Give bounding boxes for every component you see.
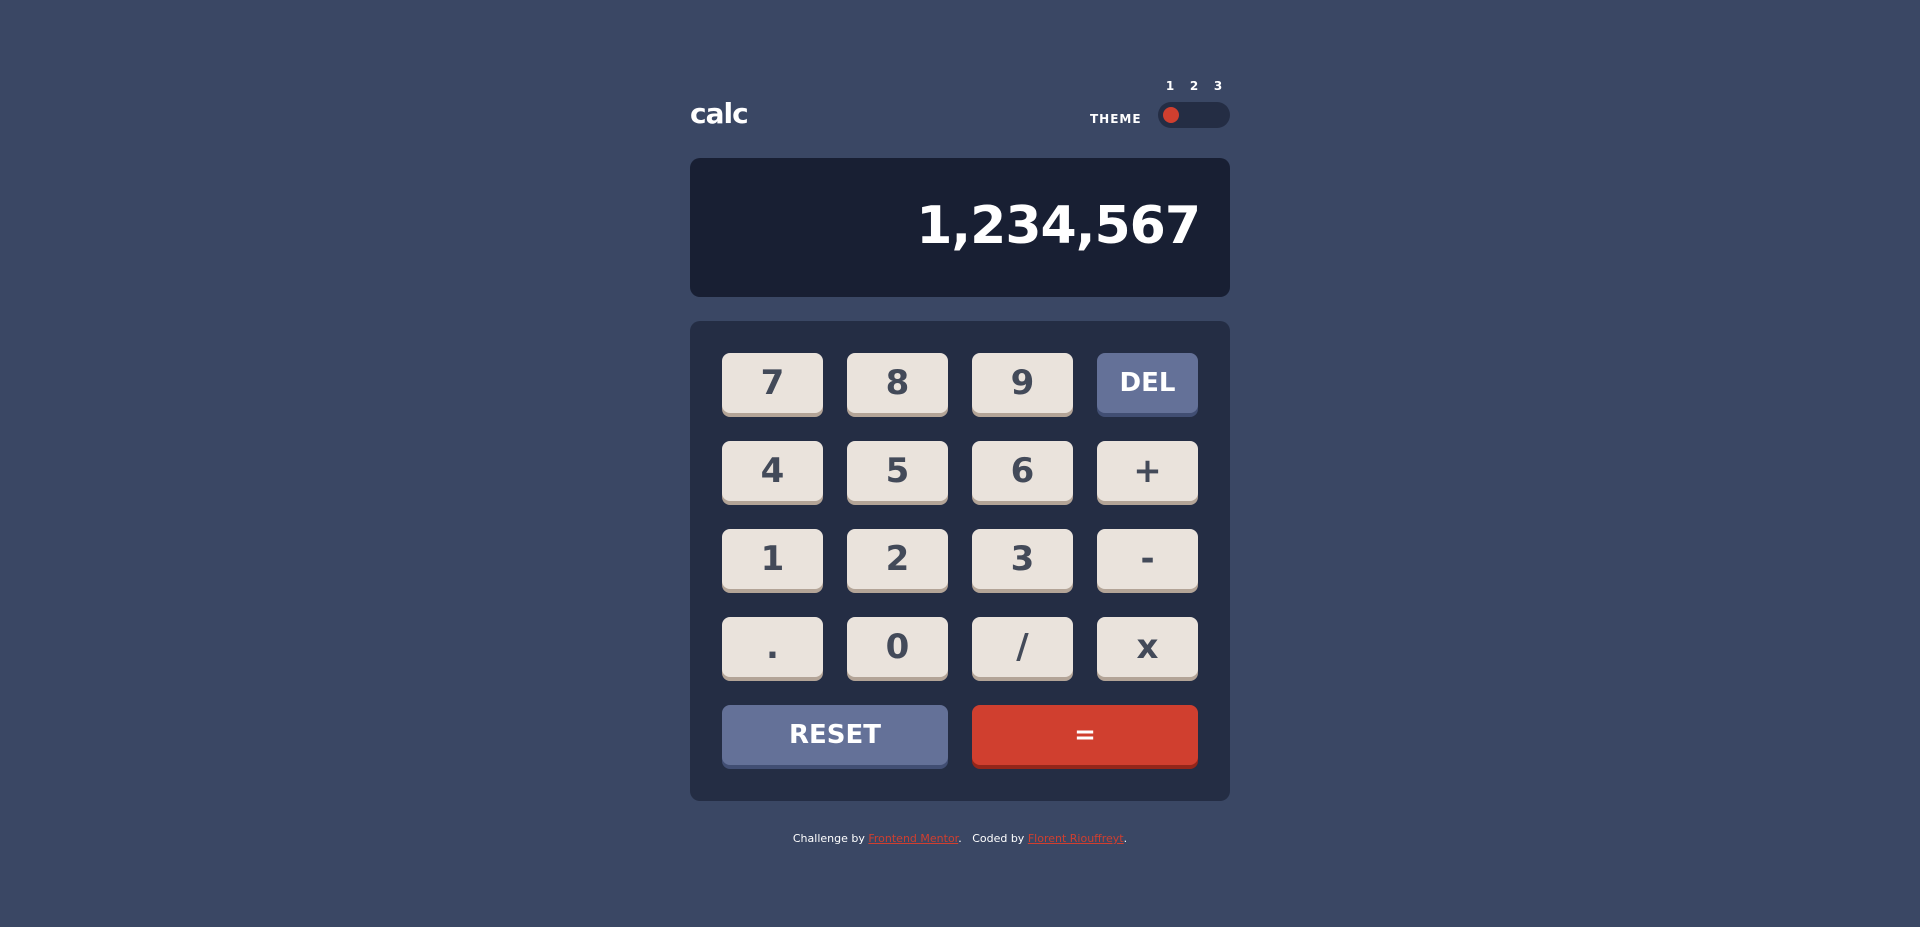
frontend-mentor-link[interactable]: Frontend Mentor [868,832,958,845]
display-screen: 1,234,567 [690,158,1230,297]
theme-option-2[interactable]: 2 [1187,78,1201,94]
key-9[interactable]: 9 [972,353,1073,413]
plus-button[interactable]: + [1097,441,1198,501]
equals-button[interactable]: = [972,705,1198,765]
keypad: 7 8 9 DEL 4 5 6 + 1 2 3 - . 0 / x RESET … [690,321,1230,801]
multiply-button[interactable]: x [1097,617,1198,677]
display-value: 1,234,567 [916,196,1201,256]
key-5[interactable]: 5 [847,441,948,501]
header: calc THEME 1 2 3 [690,70,1230,130]
key-4[interactable]: 4 [722,441,823,501]
theme-label: THEME [1090,112,1142,126]
theme-toggle[interactable] [1158,102,1230,128]
key-3[interactable]: 3 [972,529,1073,589]
footer-end: . [1123,832,1128,845]
author-link[interactable]: Florent Riouffreyt [1028,832,1124,845]
divide-button[interactable]: / [972,617,1073,677]
key-1[interactable]: 1 [722,529,823,589]
theme-option-1[interactable]: 1 [1163,78,1177,94]
key-6[interactable]: 6 [972,441,1073,501]
decimal-button[interactable]: . [722,617,823,677]
footer-challenge-text: Challenge by [792,832,865,845]
logo: calc [690,97,749,130]
theme-toggle-knob[interactable] [1163,107,1179,123]
footer: Challenge by Frontend Mentor. Coded by F… [690,831,1230,847]
theme-numbers: 1 2 3 [1163,78,1223,94]
key-2[interactable]: 2 [847,529,948,589]
minus-button[interactable]: - [1097,529,1198,589]
footer-separator: . [958,832,962,845]
theme-option-3[interactable]: 3 [1211,78,1225,94]
key-8[interactable]: 8 [847,353,948,413]
key-0[interactable]: 0 [847,617,948,677]
footer-coded-text: Coded by [972,832,1025,845]
del-button[interactable]: DEL [1097,353,1198,413]
reset-button[interactable]: RESET [722,705,948,765]
key-7[interactable]: 7 [722,353,823,413]
